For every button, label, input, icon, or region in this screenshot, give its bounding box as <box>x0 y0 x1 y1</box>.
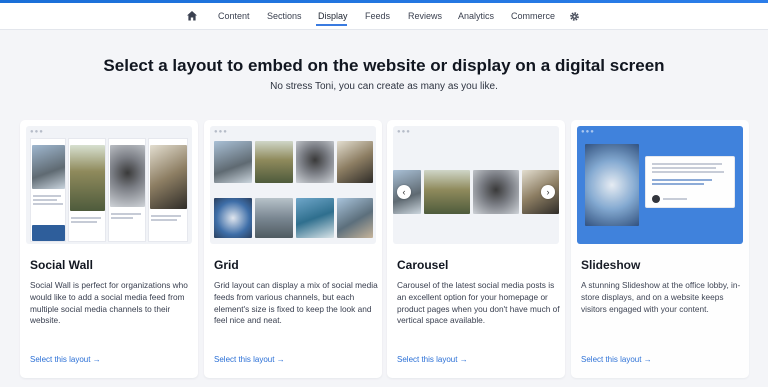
page-subtitle: No stress Toni, you can create as many a… <box>270 81 498 92</box>
preview-post <box>68 138 106 242</box>
window-dots-icon: ●●● <box>214 129 228 135</box>
select-layout-link[interactable]: Select this layout → <box>214 355 285 364</box>
window-dots-icon: ●●● <box>30 129 44 135</box>
select-layout-link[interactable]: Select this layout → <box>30 355 101 364</box>
chevron-left-icon[interactable]: ‹ <box>397 185 411 199</box>
nav-feeds[interactable]: Feeds <box>365 11 390 21</box>
nav-reviews[interactable]: Reviews <box>408 11 442 21</box>
home-icon[interactable] <box>186 10 198 22</box>
carousel-preview: ●●● ‹ › <box>393 126 559 244</box>
nav-commerce[interactable]: Commerce <box>511 11 555 21</box>
card-description: Grid layout can display a mix of social … <box>214 280 378 326</box>
layout-card-slideshow[interactable]: ●●● Slideshow A stunning Slideshow at th… <box>571 120 749 378</box>
preview-post <box>30 138 66 242</box>
preview-post <box>108 138 146 242</box>
nav-content[interactable]: Content <box>218 11 250 21</box>
card-title: Carousel <box>397 258 449 272</box>
nav-active-underline <box>316 24 347 26</box>
card-description: A stunning Slideshow at the office lobby… <box>581 280 741 314</box>
layout-card-social-wall[interactable]: ●●● Social Wall Social Wall is perfect f… <box>20 120 198 378</box>
preview-post <box>148 138 188 242</box>
card-title: Grid <box>214 258 239 272</box>
window-dots-icon: ●●● <box>397 129 411 135</box>
card-title: Social Wall <box>30 258 93 272</box>
social-wall-preview: ●●● <box>26 126 192 244</box>
select-layout-link[interactable]: Select this layout → <box>397 355 468 364</box>
nav-analytics[interactable]: Analytics <box>458 11 494 21</box>
nav-sections[interactable]: Sections <box>267 11 302 21</box>
preview-post <box>645 156 735 208</box>
select-layout-link[interactable]: Select this layout → <box>581 355 652 364</box>
layout-card-grid[interactable]: ●●● Grid Grid layout can display a mix o… <box>204 120 382 378</box>
nav-display[interactable]: Display <box>318 11 348 21</box>
window-dots-icon: ●●● <box>581 129 595 135</box>
card-title: Slideshow <box>581 258 641 272</box>
layout-card-carousel[interactable]: ●●● ‹ › Carousel Carousel of the latest … <box>387 120 565 378</box>
chevron-right-icon[interactable]: › <box>541 185 555 199</box>
page-title: Select a layout to embed on the website … <box>103 56 665 75</box>
slideshow-preview: ●●● <box>577 126 743 244</box>
gear-icon[interactable] <box>569 11 580 22</box>
card-description: Carousel of the latest social media post… <box>397 280 560 326</box>
top-navigation: Content Sections Display Feeds Reviews A… <box>0 3 768 30</box>
grid-preview: ●●● <box>210 126 376 244</box>
card-description: Social Wall is perfect for organizations… <box>30 280 188 326</box>
